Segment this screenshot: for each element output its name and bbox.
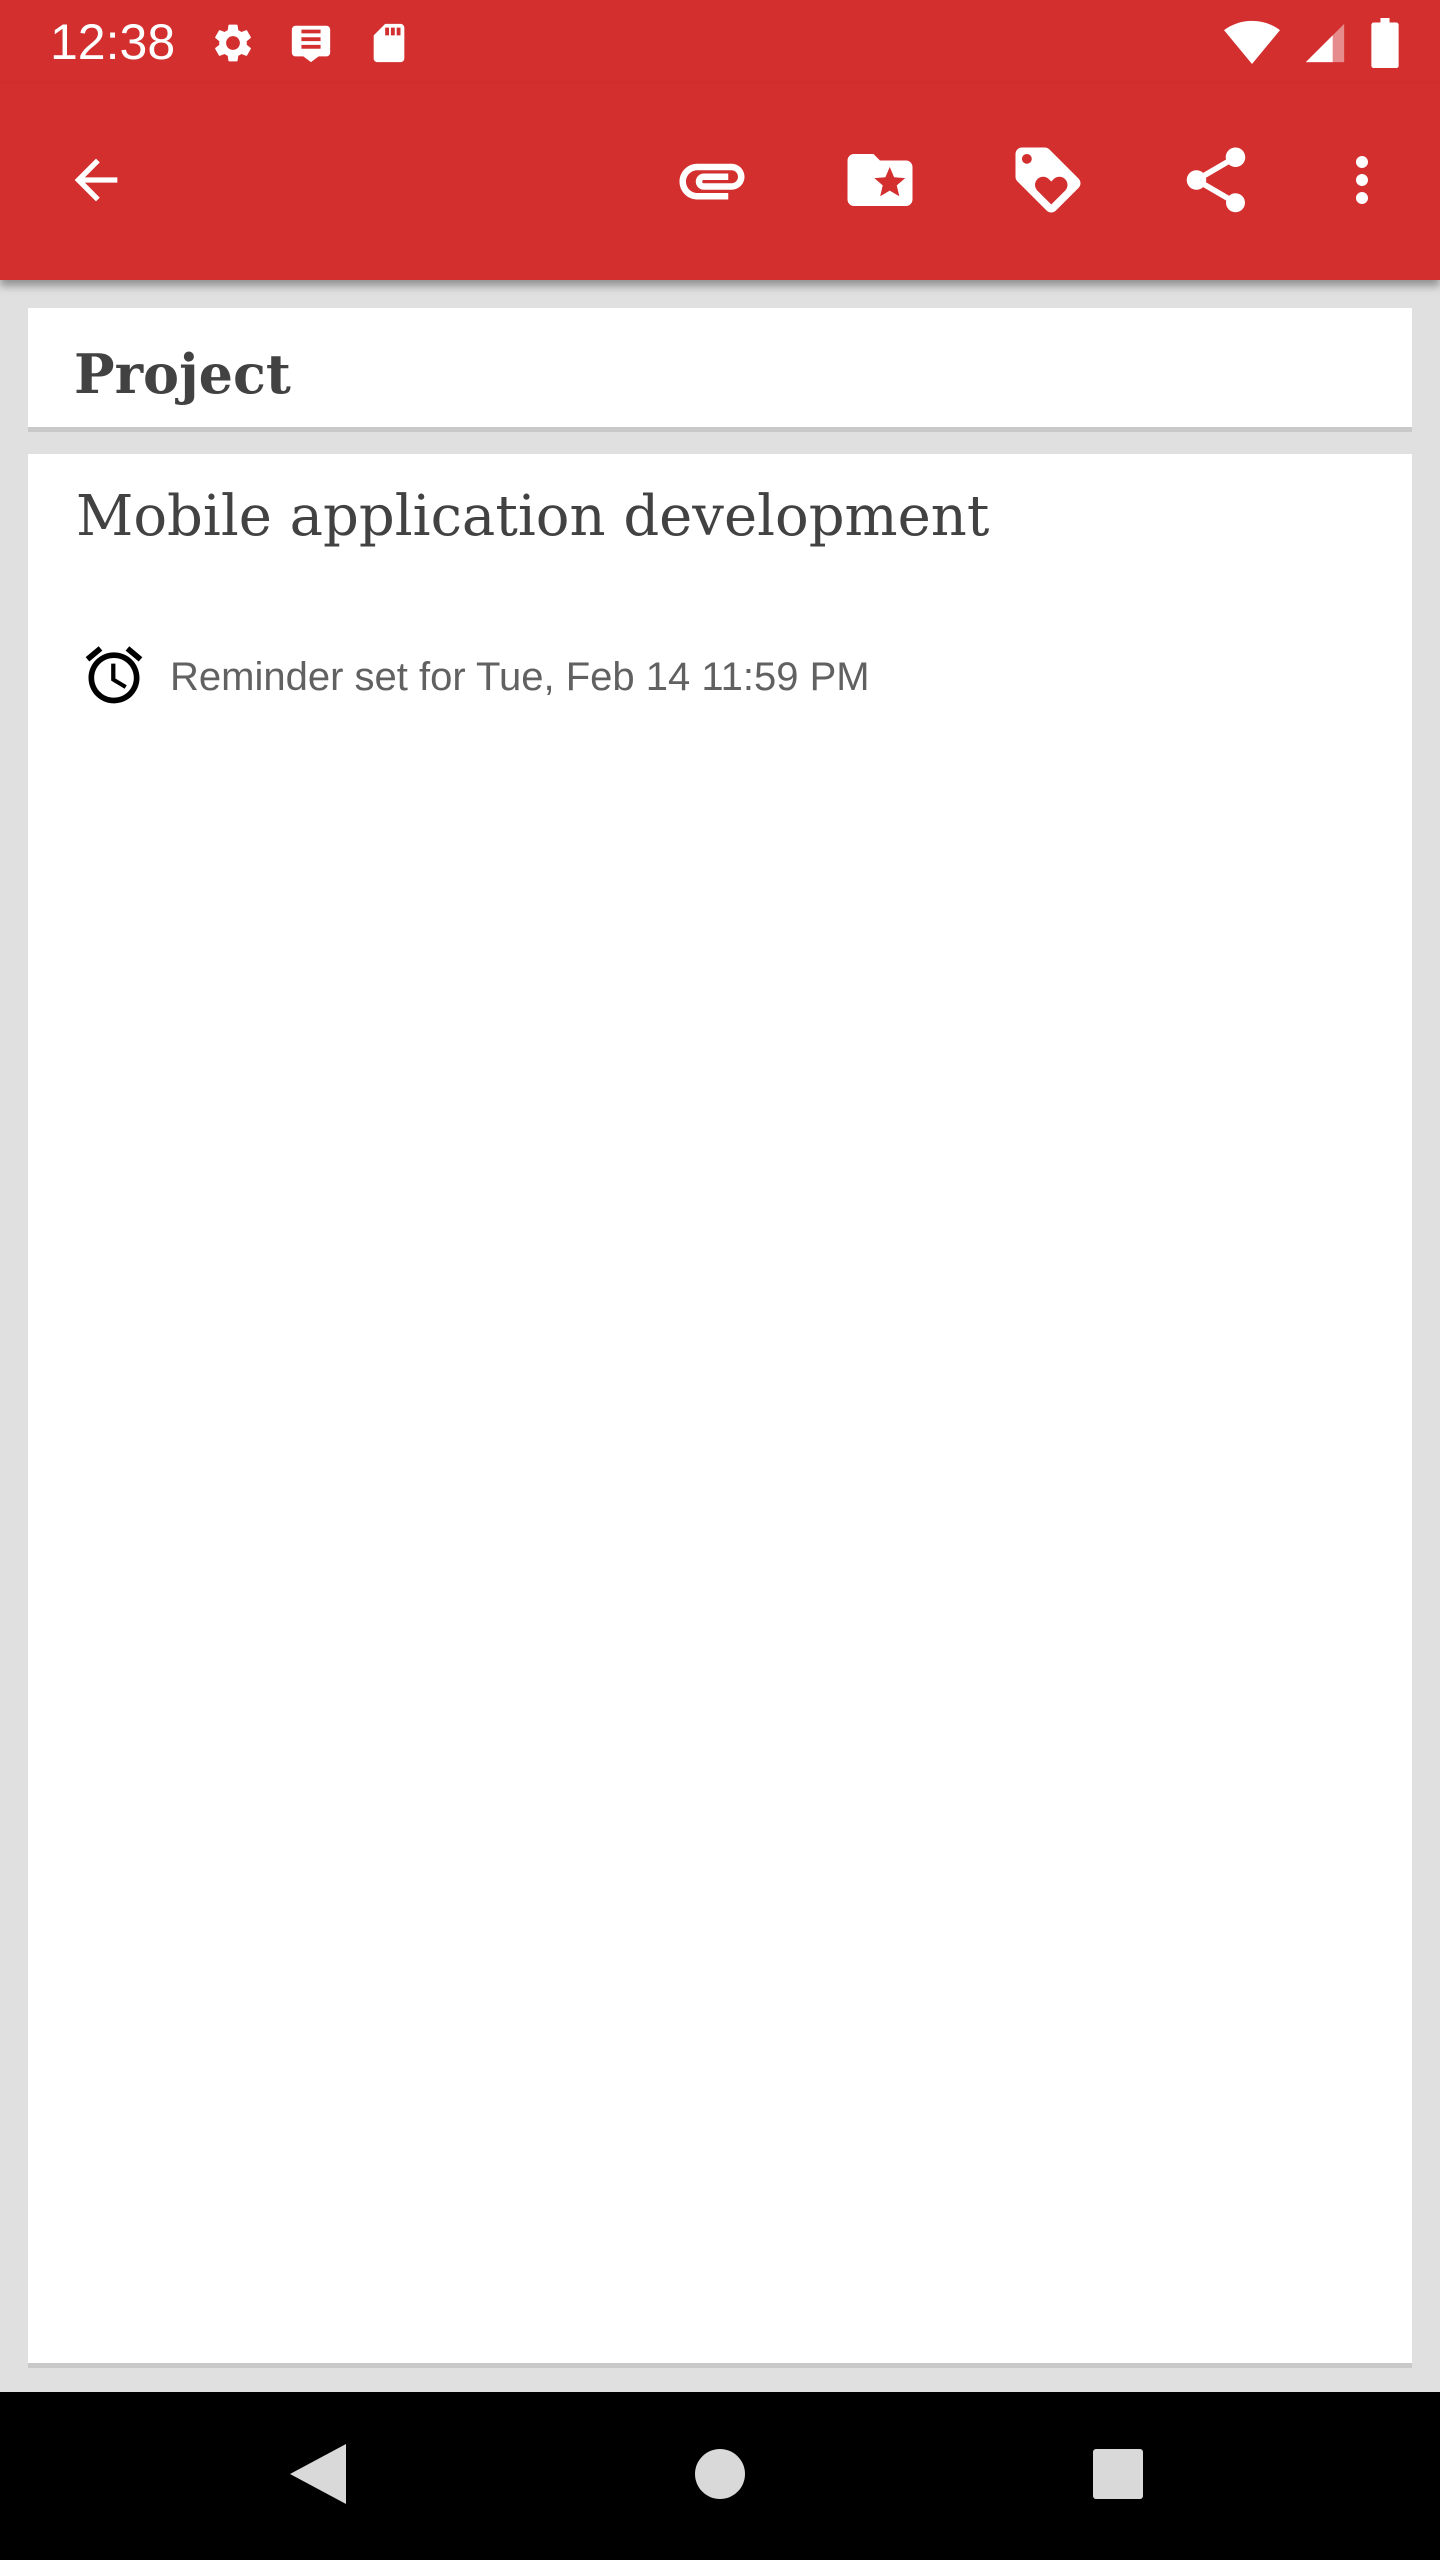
status-right-icons: [1224, 18, 1400, 73]
nav-home-button[interactable]: [670, 2426, 770, 2526]
share-icon: [1177, 141, 1255, 224]
signal-icon: [1302, 20, 1348, 71]
status-left-icons: [210, 20, 412, 71]
attachment-button[interactable]: [662, 132, 762, 232]
nav-bar: [0, 2392, 1440, 2560]
category-button[interactable]: [830, 132, 930, 232]
toolbar: [0, 84, 1440, 280]
back-arrow-icon: [64, 148, 128, 217]
nav-back-icon: [288, 2442, 348, 2511]
sd-card-icon: [366, 20, 412, 71]
status-bar: 12:38: [0, 0, 1440, 84]
attachment-icon: [673, 141, 751, 224]
nav-recents-button[interactable]: [1068, 2426, 1168, 2526]
settings-icon: [210, 20, 256, 71]
category-card[interactable]: Project: [28, 308, 1412, 432]
back-button[interactable]: [46, 132, 146, 232]
note-title[interactable]: Mobile application development: [76, 482, 989, 552]
status-time: 12:38: [50, 14, 176, 70]
alarm-icon: [80, 641, 148, 714]
note-card[interactable]: Mobile application development Reminder …: [28, 454, 1412, 2368]
nav-home-icon: [692, 2446, 748, 2507]
tag-button[interactable]: [998, 132, 1098, 232]
nav-recents-icon: [1090, 2446, 1146, 2507]
more-options-button[interactable]: [1312, 132, 1412, 232]
nav-back-button[interactable]: [268, 2426, 368, 2526]
category-label: Project: [74, 342, 291, 406]
reminder-row[interactable]: Reminder set for Tue, Feb 14 11:59 PM: [80, 642, 870, 712]
category-folder-icon: [841, 141, 919, 224]
share-button[interactable]: [1166, 132, 1266, 232]
notes-icon: [288, 20, 334, 71]
more-vert-icon: [1326, 144, 1398, 221]
tag-icon: [1009, 141, 1087, 224]
wifi-icon: [1224, 19, 1280, 72]
reminder-text: Reminder set for Tue, Feb 14 11:59 PM: [170, 654, 870, 699]
battery-icon: [1370, 18, 1400, 73]
note-content: Project Mobile application development R…: [0, 280, 1440, 2392]
